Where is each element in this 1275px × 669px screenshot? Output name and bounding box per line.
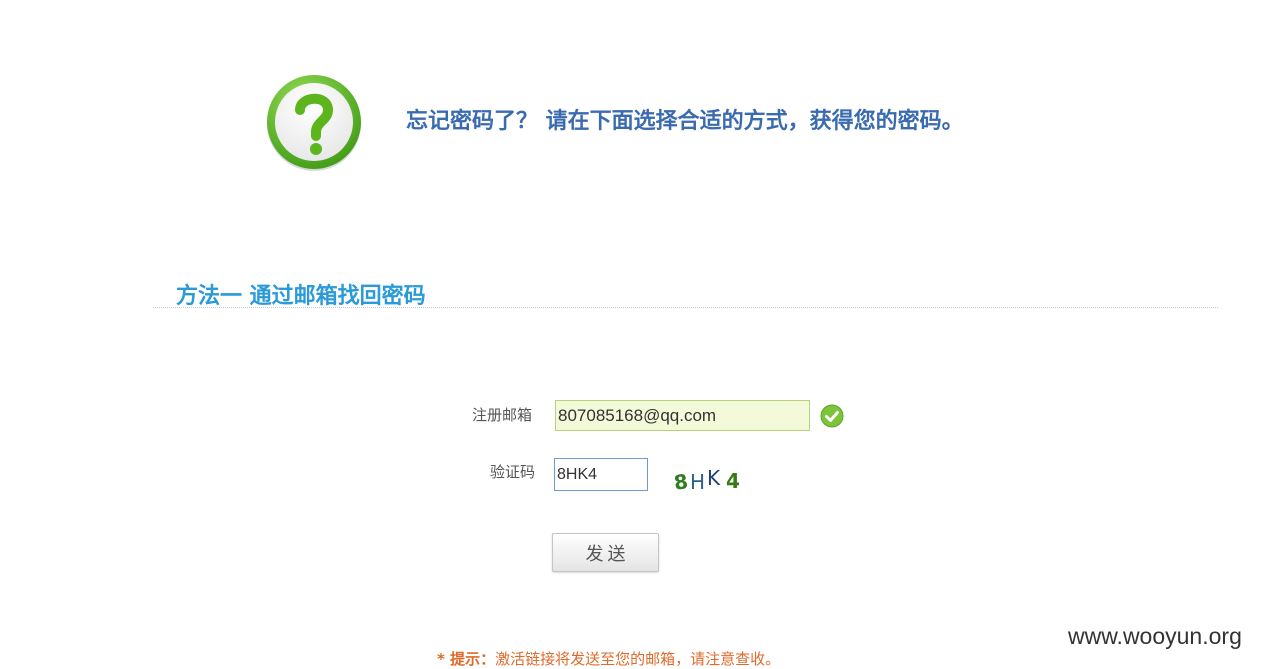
question-mark-icon (267, 75, 361, 171)
hint-prefix: * 提示： (437, 650, 496, 668)
watermark: www.wooyun.org (1068, 623, 1242, 649)
section-title-email-recovery: 方法一 通过邮箱找回密码 (176, 284, 426, 309)
captcha-input[interactable] (554, 458, 648, 491)
captcha-char: H (690, 470, 706, 494)
hint-message: 激活链接将发送至您的邮箱，请注意查收。 (495, 650, 781, 668)
send-button[interactable]: 发送 (552, 533, 659, 572)
hint-text: * 提示：激活链接将发送至您的邮箱，请注意查收。 (437, 648, 780, 669)
email-label: 注册邮箱 (472, 406, 533, 424)
captcha-char: 8 (672, 469, 690, 495)
section-divider (153, 307, 1218, 308)
check-circle-icon (820, 404, 844, 428)
captcha-label: 验证码 (490, 463, 536, 481)
captcha-char: 4 (726, 469, 740, 493)
captcha-char: K (707, 466, 721, 490)
captcha-image[interactable]: 8 H K 4 (672, 466, 744, 496)
page-title: 忘记密码了？ 请在下面选择合适的方式，获得您的密码。 (406, 109, 964, 134)
email-field[interactable] (555, 400, 810, 431)
